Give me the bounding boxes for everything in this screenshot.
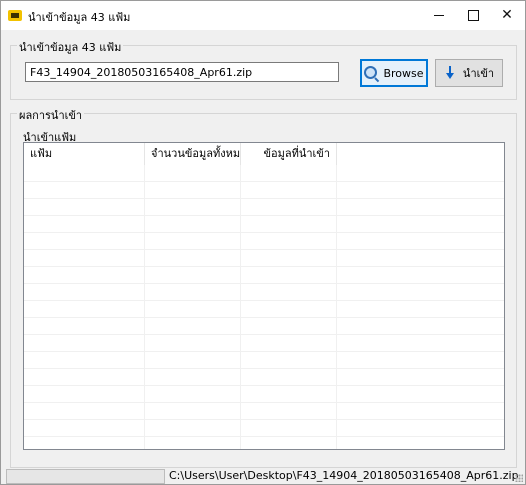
progress-bar [6, 469, 165, 484]
list-cell [24, 233, 145, 249]
list-item[interactable] [24, 216, 504, 233]
column-header-imported[interactable]: ข้อมูลที่นำเข้า [241, 143, 337, 165]
title-bar[interactable]: นำเข้าข้อมูล 43 แฟ้ม ✕ [1, 1, 525, 30]
list-item[interactable] [24, 182, 504, 199]
resize-grip-icon[interactable] [515, 474, 523, 482]
list-item[interactable] [24, 420, 504, 437]
browse-button-label: Browse [383, 66, 424, 80]
file-path-input[interactable] [25, 62, 339, 82]
list-cell [24, 216, 145, 232]
list-item[interactable] [24, 250, 504, 267]
list-cell [24, 335, 145, 351]
column-header-file[interactable]: แฟ้ม [24, 143, 145, 165]
list-cell [145, 267, 241, 283]
list-cell [241, 301, 337, 317]
list-cell [145, 335, 241, 351]
close-icon: ✕ [501, 7, 513, 23]
list-cell [241, 352, 337, 368]
list-cell [241, 267, 337, 283]
results-groupbox: ผลการนำเข้า นำเข้าแฟ้ม แฟ้ม จำนวนข้อมูลท… [10, 106, 517, 468]
list-item[interactable] [24, 301, 504, 318]
list-cell [145, 233, 241, 249]
import-button-label: นำเข้า [462, 67, 495, 80]
list-cell [145, 284, 241, 300]
list-cell [145, 216, 241, 232]
list-cell [24, 437, 145, 449]
list-cell [145, 199, 241, 215]
list-cell [145, 318, 241, 334]
list-item[interactable] [24, 352, 504, 369]
list-cell [241, 386, 337, 402]
list-cell [145, 386, 241, 402]
list-cell [145, 437, 241, 449]
list-cell [241, 420, 337, 436]
list-cell [24, 386, 145, 402]
list-cell [24, 420, 145, 436]
list-cell [24, 318, 145, 334]
list-item[interactable] [24, 199, 504, 216]
list-cell [145, 250, 241, 266]
list-item[interactable] [24, 165, 504, 182]
list-cell [241, 369, 337, 385]
browse-button[interactable]: Browse [360, 59, 428, 87]
list-item[interactable] [24, 284, 504, 301]
list-cell [24, 284, 145, 300]
list-item[interactable] [24, 267, 504, 284]
list-cell [145, 182, 241, 198]
list-cell [24, 182, 145, 198]
list-cell [241, 250, 337, 266]
list-cell [241, 318, 337, 334]
list-rows [24, 165, 504, 449]
list-cell [24, 165, 145, 181]
search-icon [364, 65, 378, 79]
maximize-button[interactable] [456, 1, 490, 30]
status-path: C:\Users\User\Desktop\F43_14904_20180503… [169, 469, 519, 482]
list-cell [145, 369, 241, 385]
list-cell [241, 182, 337, 198]
results-list[interactable]: แฟ้ม จำนวนข้อมูลทั้งหมด ข้อมูลที่นำเข้า [23, 142, 505, 450]
import-groupbox: นำเข้าข้อมูล 43 แฟ้ม Browse นำเข้า [10, 38, 517, 100]
list-cell [24, 250, 145, 266]
list-item[interactable] [24, 403, 504, 420]
list-cell [145, 301, 241, 317]
minimize-button[interactable] [422, 1, 456, 30]
list-cell [241, 335, 337, 351]
list-cell [145, 420, 241, 436]
list-cell [24, 403, 145, 419]
list-item[interactable] [24, 233, 504, 250]
results-group-label: ผลการนำเข้า [17, 106, 85, 124]
import-group-label: นำเข้าข้อมูล 43 แฟ้ม [17, 38, 124, 56]
list-item[interactable] [24, 369, 504, 386]
list-cell [241, 233, 337, 249]
download-arrow-icon [444, 66, 456, 80]
import-button[interactable]: นำเข้า [435, 59, 503, 87]
main-window: นำเข้าข้อมูล 43 แฟ้ม ✕ นำเข้าข้อมูล 43 แ… [0, 0, 526, 485]
list-cell [241, 165, 337, 181]
list-item[interactable] [24, 386, 504, 403]
list-cell [241, 437, 337, 449]
list-cell [24, 369, 145, 385]
list-cell [241, 199, 337, 215]
status-bar: C:\Users\User\Desktop\F43_14904_20180503… [1, 468, 525, 484]
app-icon [8, 10, 22, 21]
list-cell [145, 352, 241, 368]
list-item[interactable] [24, 335, 504, 352]
list-item[interactable] [24, 318, 504, 335]
list-cell [24, 199, 145, 215]
list-cell [241, 284, 337, 300]
list-cell [241, 403, 337, 419]
list-cell [24, 267, 145, 283]
list-cell [145, 403, 241, 419]
list-item[interactable] [24, 437, 504, 449]
list-cell [241, 216, 337, 232]
list-cell [145, 165, 241, 181]
maximize-icon [467, 9, 479, 21]
list-cell [24, 352, 145, 368]
column-header-total[interactable]: จำนวนข้อมูลทั้งหมด [145, 143, 241, 165]
list-header: แฟ้ม จำนวนข้อมูลทั้งหมด ข้อมูลที่นำเข้า [24, 143, 337, 165]
close-button[interactable]: ✕ [490, 1, 524, 30]
list-cell [24, 301, 145, 317]
window-title: นำเข้าข้อมูล 43 แฟ้ม [28, 11, 131, 24]
minimize-icon [434, 14, 444, 16]
